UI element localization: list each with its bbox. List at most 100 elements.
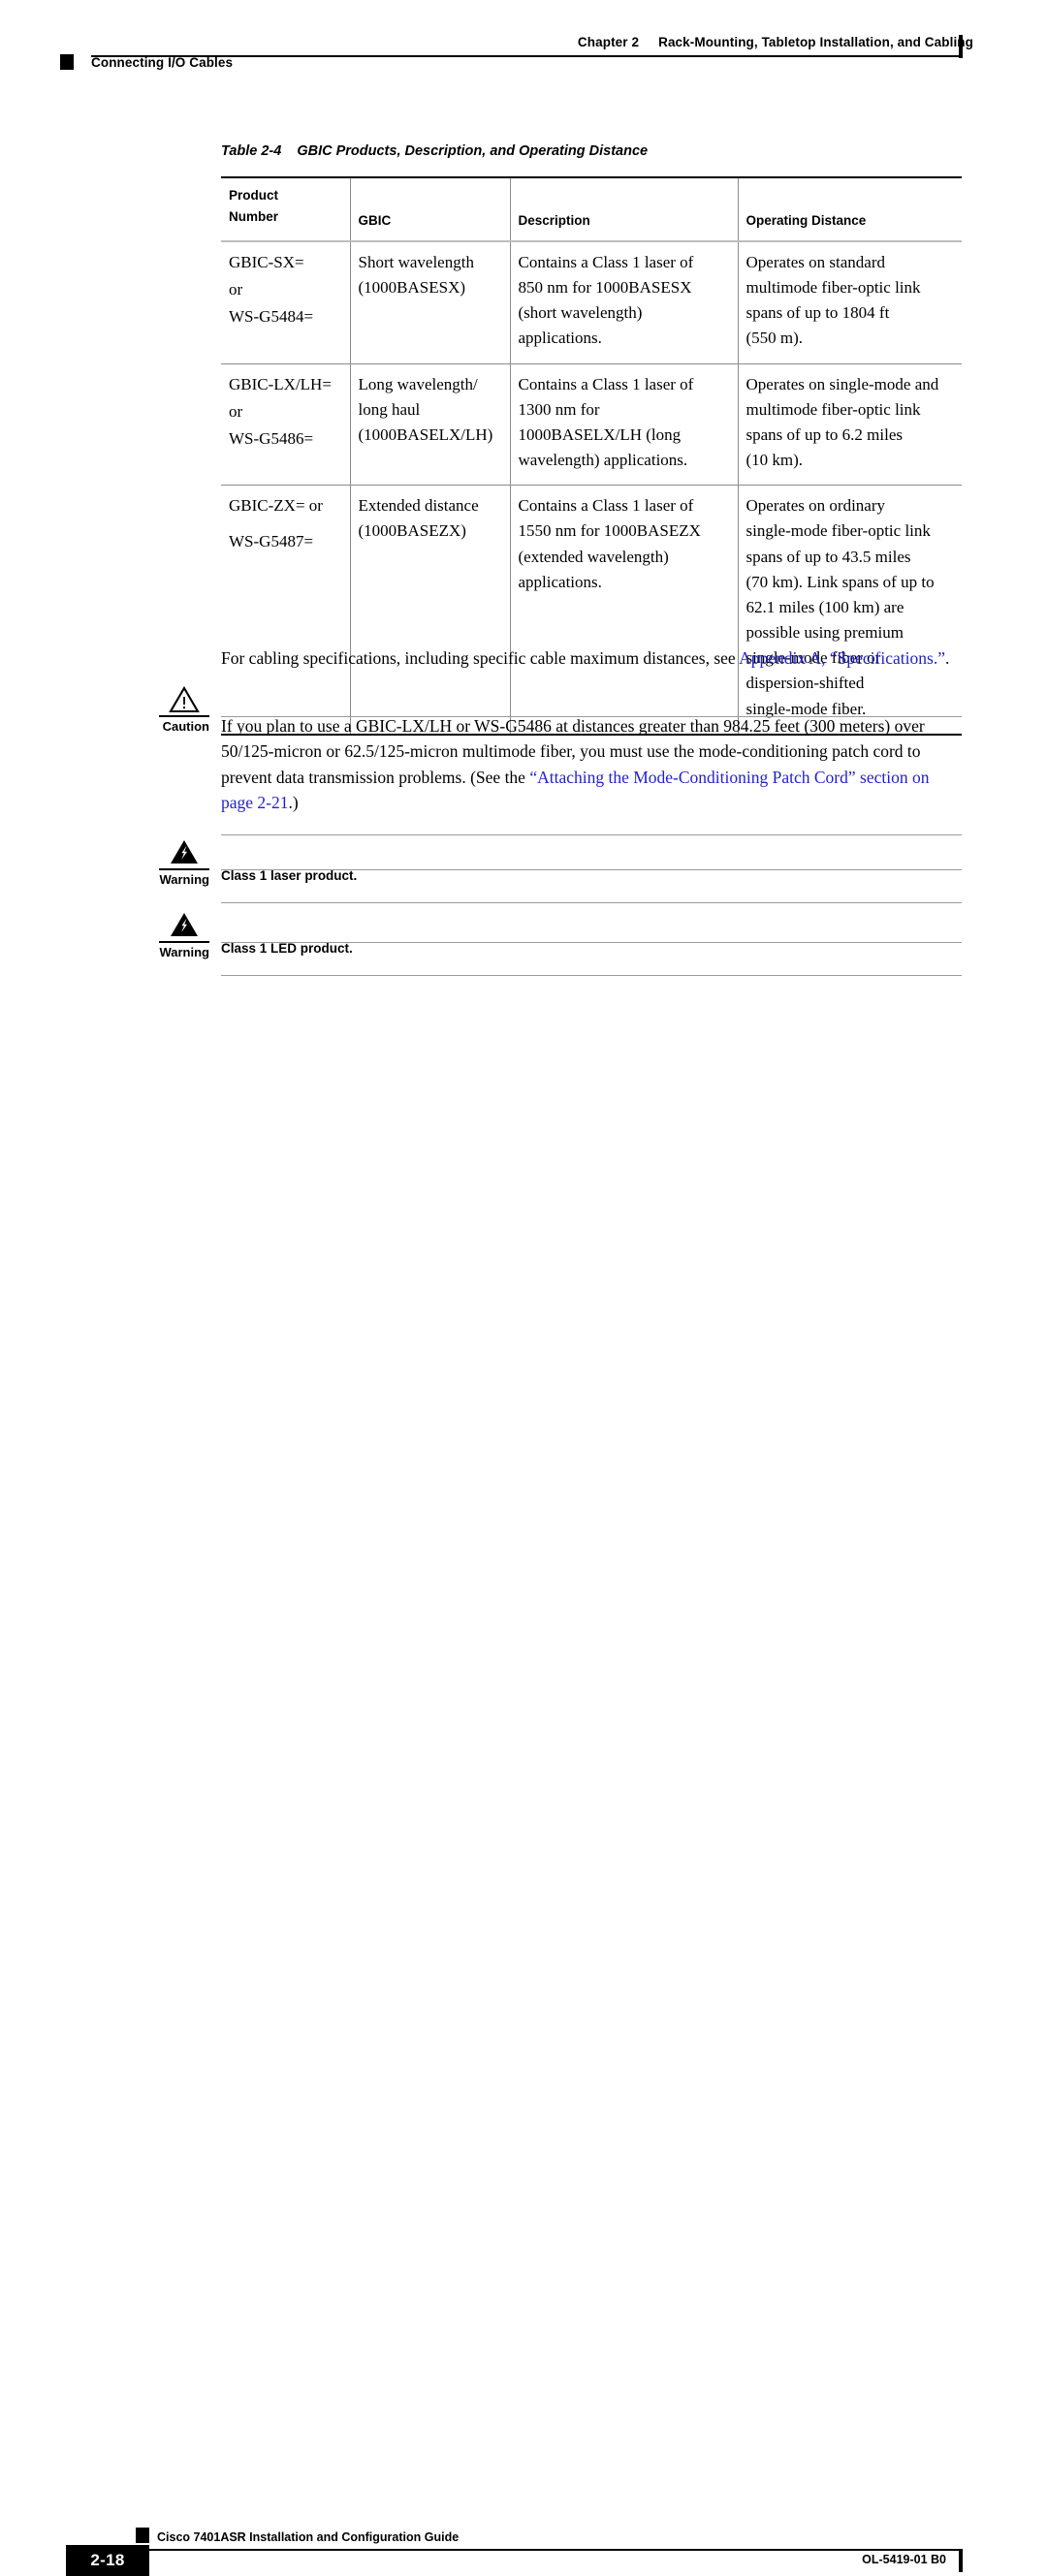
header-bullet-square-icon [60,54,74,70]
cell-line: or [229,401,243,421]
cell-line: long haul [358,399,421,419]
page-footer: Cisco 7401ASR Installation and Configura… [0,1260,1047,2576]
cell-line: Short wavelength [358,252,474,271]
caution-rule-bottom [221,834,962,835]
column-header-product-number: Product Number [221,176,351,242]
cell-line: 1550 nm for 1000BASEZX [518,521,701,541]
header-section-title: Connecting I/O Cables [91,55,234,70]
cell-line: spans of up to 6.2 miles [746,424,904,444]
cell-operating-distance: Operates on standard multimode fiber-opt… [738,240,962,364]
header-chapter-line: Chapter 2 Rack-Mounting, Tabletop Install… [578,35,973,49]
cell-line: Contains a Class 1 laser of [518,496,694,516]
warning-admonition-led: Warning Class 1 LED product. [145,912,962,976]
cell-line: WS-G5486= [229,428,314,448]
cell-line: Contains a Class 1 laser of [518,374,694,393]
column-header-gbic: GBIC [350,176,511,242]
table-row: GBIC-LX/LH= or WS-G5486= Long wavelength… [221,363,962,487]
cell-product-number: GBIC-LX/LH= or WS-G5486= [221,363,351,487]
header-chapter-title: Rack-Mounting, Tabletop Installation, an… [658,35,973,49]
warning-text: Class 1 LED product. [221,941,353,956]
cell-gbic: Short wavelength (1000BASESX) [350,240,511,364]
cell-line: (550 m). [746,329,804,348]
cell-line: (1000BASEZX) [358,521,466,541]
cell-line: multimode fiber-optic link [746,399,921,419]
footer-bullet-square-icon [136,2528,149,2543]
cell-line: GBIC-SX= [229,252,304,271]
table-caption-title: GBIC Products, Description, and Operatin… [297,143,649,159]
cell-line: (70 km). Link spans of up to [746,572,935,591]
warning-rule-top [221,869,962,870]
cell-line: multimode fiber-optic link [746,278,921,298]
warning-lightning-icon [163,912,206,937]
cell-line: (short wavelength) [518,303,643,323]
cell-line: applications. [518,572,602,591]
cell-line: 1000BASELX/LH (long [518,424,682,444]
warning-rule-bottom [221,975,962,976]
header-chapter-label: Chapter 2 [577,35,640,49]
column-header-line2: Number [229,208,279,224]
column-header-line1: Product [229,188,279,203]
cabling-specifications-paragraph: For cabling specifications, including sp… [221,645,962,671]
cell-line: 850 nm for 1000BASESX [518,278,692,298]
cell-line: single-mode fiber-optic link [746,521,931,541]
cell-description: Contains a Class 1 laser of 1300 nm for … [510,363,739,487]
warning-rule-top [221,942,962,943]
caution-text-after: .) [288,792,299,812]
cell-line: wavelength) applications. [518,451,688,470]
page-header: Chapter 2 Rack-Mounting, Tabletop Install… [0,0,1047,107]
warning-label: Warning [159,945,209,959]
table-caption: Table 2-4 GBIC Products, Description, and… [221,143,648,159]
footer-document-id: OL-5419-01 B0 [862,2553,946,2566]
paragraph-text-tail: . [944,647,950,668]
cell-line: Operates on ordinary [746,496,886,516]
table-caption-number: Table 2-4 [221,143,282,159]
warning-rule-bottom [221,902,962,903]
caution-rule-top [221,716,962,717]
cell-product-number: GBIC-SX= or WS-G5484= [221,240,351,364]
column-header-description: Description [510,176,739,242]
footer-guide-title: Cisco 7401ASR Installation and Configura… [157,2530,460,2544]
cell-description: Contains a Class 1 laser of 850 nm for 1… [510,240,739,364]
cell-line: Operates on standard [746,252,886,271]
table-row: GBIC-SX= or WS-G5484= Short wavelength (… [221,240,962,364]
footer-rule [136,2549,961,2551]
warning-admonition-laser: Warning Class 1 laser product. [145,839,962,903]
warning-lightning-icon [163,839,206,864]
cell-line: Operates on single-mode and [746,374,939,393]
cell-line: (10 km). [746,451,804,470]
cell-line: 1300 nm for [518,399,600,419]
footer-page-number: 2-18 [90,2551,125,2569]
table-header-row: Product Number GBIC Description Operatin… [221,176,962,242]
appendix-a-link[interactable]: Appendix A, “Specifications.” [739,648,945,668]
cell-line: spans of up to 43.5 miles [746,547,911,566]
cell-line: possible using premium [746,623,904,643]
cell-line: WS-G5487= [229,532,314,551]
column-header-line1: Operating Distance [746,213,867,228]
cell-line: applications. [518,329,602,348]
cell-line: (extended wavelength) [518,547,669,566]
caution-admonition: Caution If you plan to use a GBIC-LX/LH … [145,684,962,835]
caution-icon-rule [159,715,209,717]
cell-line: Extended distance [358,496,479,516]
cell-line: Long wavelength/ [358,374,478,393]
cell-line: GBIC-ZX= or [229,496,323,516]
caution-text: If you plan to use a GBIC-LX/LH or WS-G5… [221,684,962,815]
column-header-operating-distance: Operating Distance [738,176,962,242]
paragraph-text: For cabling specifications, including sp… [221,647,740,668]
footer-right-tick [959,2549,963,2572]
warning-text: Class 1 laser product. [221,868,358,883]
caution-label: Caution [162,719,209,734]
cell-line: Contains a Class 1 laser of [518,252,694,271]
cell-line: or [229,280,243,299]
caution-triangle-icon [163,686,206,713]
cell-operating-distance: Operates on single-mode and multimode fi… [738,363,962,487]
warning-label: Warning [159,872,209,887]
warning-icon-rule [159,941,209,943]
warning-icon-rule [159,868,209,870]
cell-line: WS-G5484= [229,307,314,327]
column-header-line1: GBIC [358,213,392,228]
cell-line: (1000BASELX/LH) [358,424,493,444]
cell-line: (1000BASESX) [358,278,466,298]
column-header-line1: Description [518,213,590,228]
cell-line: GBIC-LX/LH= [229,374,332,393]
